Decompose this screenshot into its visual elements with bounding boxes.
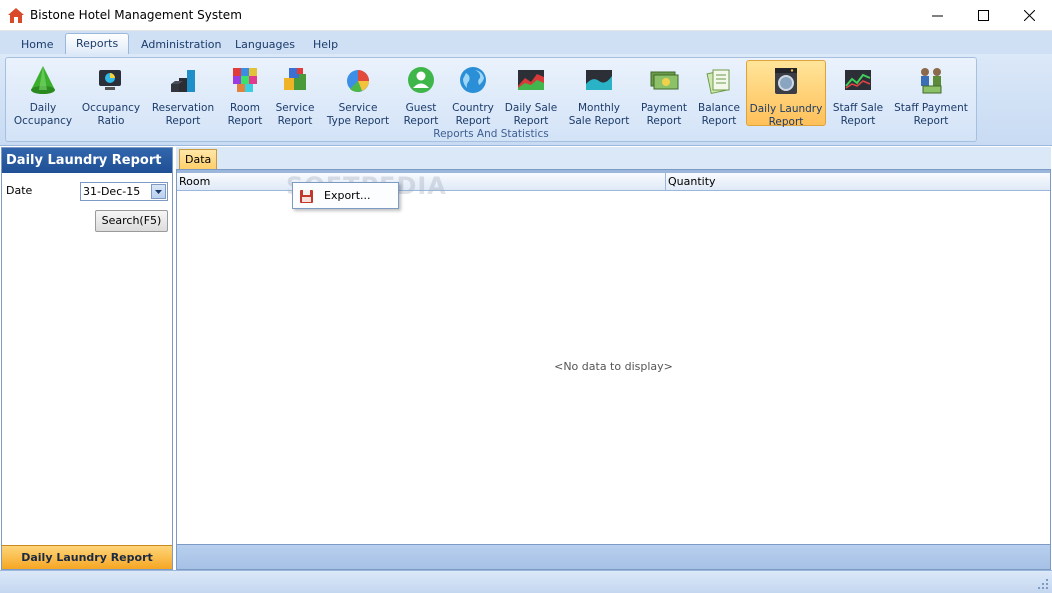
context-menu-item-label: Export... <box>324 189 371 202</box>
report-area: Data Room Quantity <No data to display> <box>176 147 1051 570</box>
blocks-stairs-icon <box>171 70 195 92</box>
title-bar: Bistone Hotel Management System <box>0 0 1052 31</box>
tab-languages[interactable]: Languages <box>225 35 305 55</box>
date-label: Date <box>6 184 33 197</box>
ribbon-button-label: Reservation Report <box>151 102 215 127</box>
ribbon-button-label: Payment Report <box>641 102 687 127</box>
pie-chart-icon <box>347 70 369 92</box>
minimize-icon <box>931 15 943 16</box>
ribbon-button-label: Balance Report <box>698 102 740 127</box>
date-dropdown-button[interactable] <box>151 184 166 199</box>
room-report-button[interactable]: Room Report <box>222 60 268 127</box>
column-header-quantity[interactable]: Quantity <box>666 173 1050 191</box>
ribbon-group-reports: Daily Occupancy Occupancy Ratio Reservat… <box>5 57 977 142</box>
empty-message: <No data to display> <box>554 360 673 373</box>
ribbon-button-label: Guest Report <box>403 102 439 127</box>
ribbon-button-label: Country Report <box>452 102 494 127</box>
ribbon-button-label: Daily Laundry Report <box>749 103 823 128</box>
daily-laundry-report-button[interactable]: Daily Laundry Report <box>746 60 826 128</box>
resize-grip-icon[interactable] <box>1036 577 1050 591</box>
globe-icon <box>460 67 486 93</box>
colored-boxes-icon <box>284 68 306 90</box>
tab-help[interactable]: Help <box>303 35 348 55</box>
ribbon-button-label: Monthly Sale Report <box>568 102 630 127</box>
people-money-icon <box>921 68 942 94</box>
date-picker[interactable]: 31-Dec-15 <box>80 182 168 201</box>
payment-report-button[interactable]: Payment Report <box>636 60 692 127</box>
ribbon-button-label: Room Report <box>227 102 263 127</box>
area-chart-icon <box>518 70 544 90</box>
tab-home[interactable]: Home <box>11 35 63 55</box>
maximize-button[interactable] <box>960 0 1006 30</box>
export-disk-icon <box>300 190 313 203</box>
balance-report-button[interactable]: Balance Report <box>694 60 744 127</box>
search-button[interactable]: Search(F5) <box>95 210 168 232</box>
occupancy-ratio-button[interactable]: Occupancy Ratio <box>78 60 144 127</box>
service-type-report-button[interactable]: Service Type Report <box>324 60 392 127</box>
monitor-pie-icon <box>99 70 121 90</box>
monthly-sale-report-button[interactable]: Monthly Sale Report <box>564 60 634 127</box>
ribbon-button-label: Daily Sale Report <box>504 102 558 127</box>
ribbon: Daily Occupancy Occupancy Ratio Reservat… <box>0 54 1052 146</box>
wave-chart-icon <box>586 70 612 90</box>
window-title: Bistone Hotel Management System <box>30 8 242 22</box>
ribbon-button-label: Service Report <box>275 102 315 127</box>
panel-title: Daily Laundry Report <box>2 148 172 173</box>
menu-bar: Home Reports Administration Languages He… <box>0 31 1052 55</box>
grid-footer <box>177 544 1050 569</box>
guest-report-button[interactable]: Guest Report <box>396 60 446 127</box>
minimize-button[interactable] <box>914 0 960 30</box>
line-chart-icon <box>845 70 871 90</box>
country-report-button[interactable]: Country Report <box>448 60 498 127</box>
staff-sale-report-button[interactable]: Staff Sale Report <box>828 60 888 127</box>
ribbon-button-label: Staff Sale Report <box>832 102 884 127</box>
date-value: 31-Dec-15 <box>83 185 141 198</box>
maximize-icon <box>977 9 989 21</box>
user-circle-icon <box>408 67 434 93</box>
data-grid[interactable]: Room Quantity <No data to display> <box>176 169 1051 570</box>
documents-icon <box>706 69 730 95</box>
washing-machine-icon <box>775 68 797 94</box>
reservation-report-button[interactable]: Reservation Report <box>147 60 219 127</box>
chevron-down-icon <box>155 190 162 194</box>
context-menu: Export... <box>292 182 399 209</box>
close-button[interactable] <box>1006 0 1052 30</box>
tab-administration[interactable]: Administration <box>131 35 232 55</box>
staff-payment-report-button[interactable]: Staff Payment Report <box>892 60 970 127</box>
house-icon <box>8 8 24 23</box>
daily-occupancy-button[interactable]: Daily Occupancy <box>9 60 77 127</box>
ribbon-button-label: Staff Payment Report <box>894 102 968 127</box>
daily-sale-report-button[interactable]: Daily Sale Report <box>502 60 560 127</box>
ribbon-group-label: Reports And Statistics <box>433 128 549 140</box>
status-bar <box>0 570 1052 593</box>
money-icon <box>650 71 679 90</box>
colored-cubes-icon <box>233 68 257 92</box>
tab-data[interactable]: Data <box>179 149 218 169</box>
service-report-button[interactable]: Service Report <box>270 60 320 127</box>
green-cone-icon <box>31 66 55 94</box>
ribbon-button-label: Daily Occupancy <box>13 102 73 127</box>
panel-footer-tab[interactable]: Daily Laundry Report <box>2 545 172 569</box>
filter-panel: Daily Laundry Report Date 31-Dec-15 Sear… <box>1 147 173 570</box>
ribbon-button-label: Occupancy Ratio <box>81 102 141 127</box>
close-icon <box>1023 9 1035 21</box>
ribbon-button-label: Service Type Report <box>326 102 390 127</box>
tab-reports[interactable]: Reports <box>65 33 130 55</box>
